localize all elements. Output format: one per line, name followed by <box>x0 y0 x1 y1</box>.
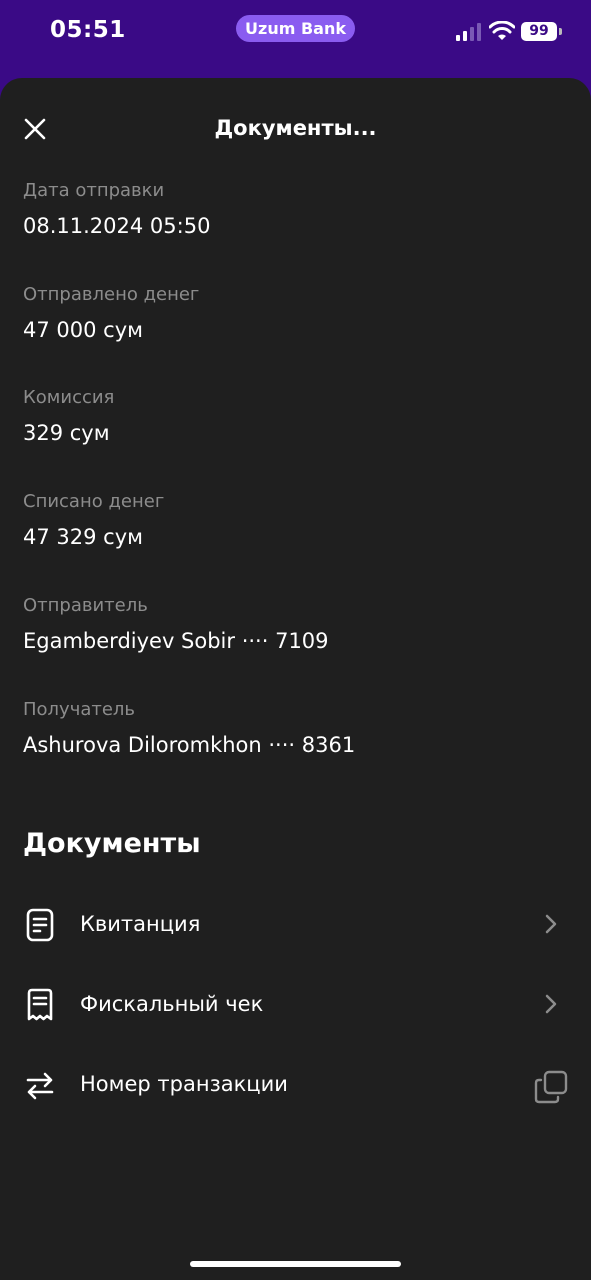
field-label: Отправлено денег <box>23 284 200 305</box>
receipt-icon <box>27 988 53 1021</box>
app-name-pill[interactable]: Uzum Bank <box>236 15 355 42</box>
sheet-title: Документы... <box>214 116 377 140</box>
home-indicator[interactable] <box>190 1261 401 1267</box>
status-bar: 05:51 Uzum Bank 99 <box>0 0 591 70</box>
field-label: Отправитель <box>23 595 148 616</box>
field-value: 329 сум <box>23 421 110 445</box>
field-send-date: Дата отправки 08.11.2024 05:50 <box>23 180 210 238</box>
field-label: Комиссия <box>23 387 115 408</box>
chevron-right-icon <box>545 914 557 934</box>
battery-indicator: 99 <box>521 22 562 41</box>
document-row-label: Номер транзакции <box>80 1072 288 1096</box>
field-value: 08.11.2024 05:50 <box>23 214 211 238</box>
status-time: 05:51 <box>50 17 126 43</box>
copy-icon[interactable] <box>534 1070 568 1104</box>
field-sender: Отправитель Egamberdiyev Sobir ···· 7109 <box>23 595 329 653</box>
field-value: Ashurova Diloromkhon ···· 8361 <box>23 733 356 757</box>
document-row-label: Квитанция <box>80 912 201 936</box>
chevron-right-icon <box>545 994 557 1014</box>
document-row-transaction-number[interactable]: Номер транзакции <box>0 1053 591 1117</box>
document-row-label: Фискальный чек <box>80 992 264 1016</box>
field-recipient: Получатель Ashurova Diloromkhon ···· 836… <box>23 699 355 757</box>
field-label: Дата отправки <box>23 180 165 201</box>
documents-heading: Документы <box>23 828 201 859</box>
field-value: 47 329 сум <box>23 525 143 549</box>
field-label: Списано денег <box>23 491 165 512</box>
wifi-icon <box>489 21 515 40</box>
field-amount-debited: Списано денег 47 329 сум <box>23 491 164 549</box>
field-label: Получатель <box>23 699 136 720</box>
document-icon <box>26 908 54 942</box>
cellular-signal-icon <box>456 23 481 41</box>
document-row-fiscal-check[interactable]: Фискальный чек <box>0 973 591 1037</box>
field-amount-sent: Отправлено денег 47 000 сум <box>23 284 199 342</box>
field-commission: Комиссия 329 сум <box>23 387 114 445</box>
document-row-receipt[interactable]: Квитанция <box>0 893 591 957</box>
transaction-details-sheet: Документы... Дата отправки 08.11.2024 05… <box>0 78 591 1280</box>
transfer-arrows-icon <box>26 1072 54 1100</box>
field-value: 47 000 сум <box>23 318 143 342</box>
field-value: Egamberdiyev Sobir ···· 7109 <box>23 629 329 653</box>
